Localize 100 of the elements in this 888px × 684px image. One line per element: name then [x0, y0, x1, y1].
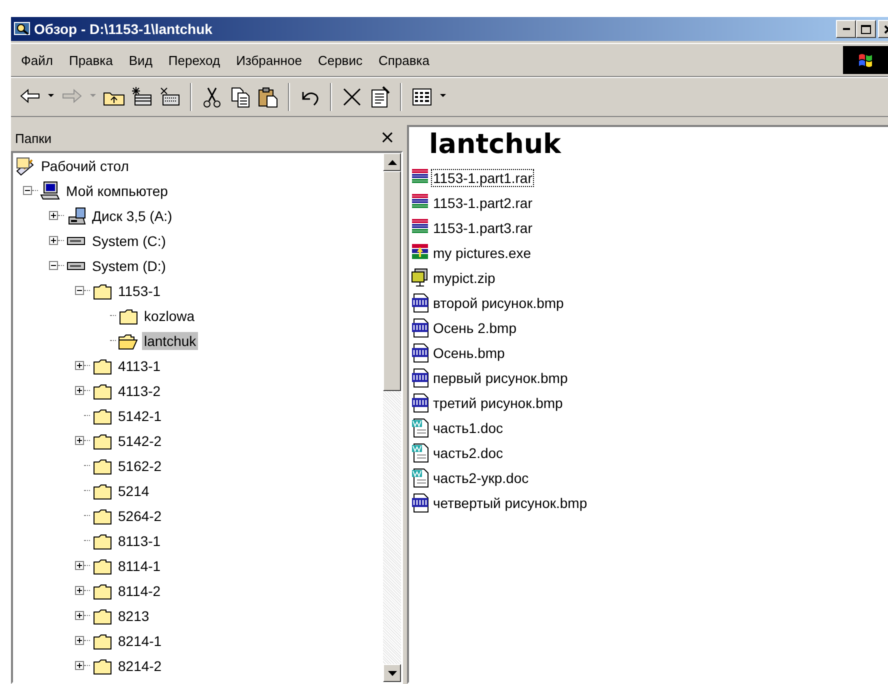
expand-icon[interactable] [75, 361, 84, 370]
tree-item[interactable]: lantchuk [142, 332, 198, 350]
folder-icon [118, 306, 138, 324]
view-grid-icon[interactable] [411, 86, 433, 108]
folder-icon [92, 282, 112, 300]
pane-title: Папки [15, 130, 52, 146]
drive-icon [67, 262, 85, 270]
scrollbar[interactable] [383, 153, 401, 682]
tree-item[interactable]: System (C:) [90, 232, 168, 250]
maximize-button[interactable] [856, 20, 876, 38]
tree-item[interactable]: System (D:) [90, 256, 168, 274]
file-item[interactable]: часть2-укр.doc [431, 468, 531, 486]
tree-item[interactable]: 8113-1 [116, 532, 163, 550]
drive-icon[interactable] [131, 86, 153, 108]
desktop-icon [16, 156, 34, 176]
folder-icon [92, 506, 112, 524]
expand-icon[interactable] [75, 561, 84, 570]
folder-icon [92, 406, 112, 424]
menu-item[interactable]: Переход [168, 52, 220, 68]
collapse-icon[interactable] [23, 186, 32, 195]
document-icon [411, 468, 429, 488]
folder-icon [92, 656, 112, 674]
image-file-icon [411, 492, 429, 512]
down-arrow-icon [388, 670, 396, 676]
folder-icon [92, 606, 112, 624]
tree-item[interactable]: 5162-2 [116, 456, 164, 474]
file-item[interactable]: часть1.doc [431, 418, 506, 436]
drive-icon [67, 236, 85, 244]
file-item[interactable]: часть2.doc [431, 444, 506, 462]
folder-icon [92, 532, 112, 550]
menu-item[interactable]: Правка [68, 52, 113, 68]
file-item[interactable]: my pictures.exe [431, 244, 534, 262]
tree-item[interactable]: 5214 [116, 482, 152, 500]
scissors-icon[interactable] [201, 86, 223, 108]
document-icon [411, 418, 429, 438]
folder-icon [92, 582, 112, 600]
folder-icon [92, 556, 112, 574]
minimize-button[interactable] [836, 20, 856, 38]
file-item[interactable]: четвертый рисунок.bmp [431, 494, 590, 512]
file-item[interactable]: второй рисунок.bmp [431, 294, 566, 312]
copy-icon[interactable] [229, 86, 251, 108]
tree-item[interactable]: 5142-1 [116, 406, 164, 424]
folder-heading: lantchuk [428, 129, 562, 162]
minimize-icon [842, 28, 850, 30]
tree-item[interactable]: 4113-1 [116, 356, 163, 374]
image-file-icon [411, 368, 429, 388]
document-icon [411, 442, 429, 462]
tree-item[interactable]: Рабочий стол [39, 156, 131, 174]
tree-item[interactable]: Мой компьютер [64, 182, 170, 200]
image-file-icon [411, 342, 429, 362]
tree-item[interactable]: 5142-2 [116, 432, 164, 450]
file-item[interactable]: 1153-1.part2.rar [431, 194, 534, 212]
delete-icon[interactable] [341, 86, 363, 108]
computer-icon [40, 181, 60, 200]
properties-icon[interactable] [369, 86, 391, 108]
open-folder-icon [118, 332, 138, 350]
expand-icon[interactable] [49, 211, 58, 220]
tree-item[interactable]: 8213 [116, 606, 152, 624]
tree-item[interactable]: 8114-2 [116, 582, 163, 600]
file-item[interactable]: третий рисунок.bmp [431, 394, 565, 412]
file-item[interactable]: mypict.zip [431, 268, 498, 286]
floppy-drive-icon [66, 206, 86, 224]
tree-item[interactable]: Диск 3,5 (A:) [90, 206, 174, 224]
menu-item[interactable]: Сервис [318, 52, 362, 68]
windows-logo-icon [857, 51, 875, 69]
scroll-thumb[interactable] [383, 171, 401, 391]
file-item[interactable]: Осень.bmp [431, 344, 507, 362]
menu-item[interactable]: Справка [378, 52, 430, 68]
file-item[interactable]: первый рисунок.bmp [431, 368, 570, 386]
file-item[interactable]: 1153-1.part3.rar [431, 218, 534, 236]
menu-item[interactable]: Избранное [236, 52, 302, 68]
menu-item[interactable]: Вид [128, 52, 152, 68]
expand-icon[interactable] [75, 386, 84, 395]
close-button[interactable]: × [376, 129, 399, 147]
expand-icon[interactable] [49, 236, 58, 245]
collapse-icon[interactable] [75, 286, 84, 295]
menu-item[interactable]: Файл [21, 52, 53, 68]
scroll-up-button[interactable] [383, 153, 401, 171]
image-file-icon [411, 392, 429, 412]
tree-item[interactable]: 8114-1 [116, 556, 163, 574]
tree-item[interactable]: kozlowa [142, 306, 197, 324]
folder-icon [92, 456, 112, 474]
expand-icon[interactable] [75, 661, 84, 670]
tree-item[interactable]: 8214-2 [116, 656, 164, 674]
explore-icon [14, 20, 30, 36]
collapse-icon[interactable] [49, 261, 58, 270]
paste-icon[interactable] [257, 86, 279, 108]
folder-icon [92, 482, 112, 500]
expand-icon[interactable] [75, 611, 84, 620]
tree-item[interactable]: 5264-2 [116, 506, 164, 524]
file-item[interactable]: 1153-1.part1.rar [431, 168, 534, 186]
expand-icon[interactable] [75, 586, 84, 595]
file-item[interactable]: Осень 2.bmp [431, 318, 519, 336]
expand-icon[interactable] [75, 436, 84, 445]
scroll-down-button[interactable] [383, 664, 401, 682]
drive-icon[interactable] [159, 86, 181, 108]
expand-icon[interactable] [75, 636, 84, 645]
tree-item[interactable]: 4113-2 [116, 382, 163, 400]
tree-item[interactable]: 8214-1 [116, 632, 164, 650]
tree-item[interactable]: 1153-1 [116, 282, 163, 300]
